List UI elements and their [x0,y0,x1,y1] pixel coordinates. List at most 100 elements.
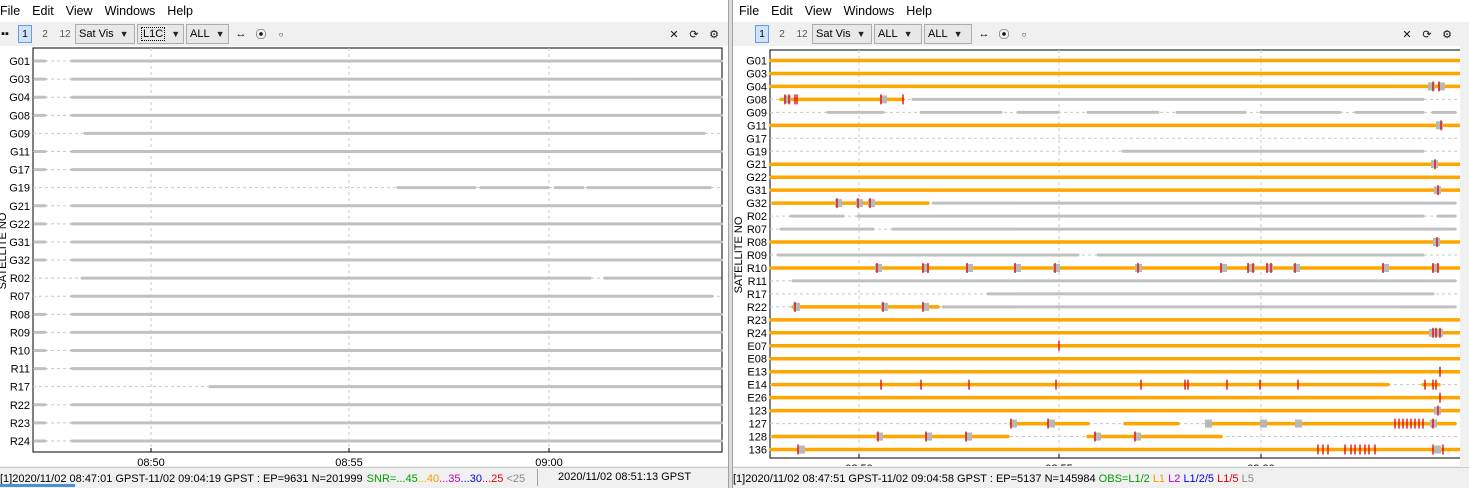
snr-30: ...30 [460,472,482,485]
satellite-filter-select[interactable]: ALL ▼ [186,24,229,44]
plot2-button[interactable]: 2 [775,25,789,43]
slip-gap-mark [875,263,882,272]
satellite-label: E14 [747,380,767,392]
plot1-button[interactable]: 1 [18,25,32,43]
satellite-label: R08 [10,309,30,321]
satellite-label: G19 [746,146,767,158]
satellite-label: E13 [747,367,767,379]
vertical-scrollbar[interactable] [1460,46,1469,466]
y-axis-title: SATELLITE NO [733,216,745,293]
menu-view[interactable]: View [60,4,99,18]
satellite-label: R08 [747,237,767,249]
obs-l15: L1/5 [1217,472,1239,485]
slip-gap-mark [1248,263,1255,272]
refresh-icon[interactable]: ⟳ [686,25,702,43]
status-bar: [1]2020/11/02 08:47:51 GPST-11/02 09:04:… [733,467,1469,488]
center-target-icon[interactable]: ⦿ [996,25,1012,43]
status-range: [1]2020/11/02 08:47:01 GPST-11/02 09:04:… [0,472,363,485]
plot12-button[interactable]: 12 [58,25,72,43]
satellite-label: R11 [748,276,767,288]
signal-select[interactable]: ALL ▼ [874,24,922,44]
fit-horizontal-icon[interactable]: ↔ [976,25,992,43]
dot-icon[interactable]: ○ [1016,25,1032,43]
satellite-label: G01 [746,55,767,67]
satellite-label: G21 [746,159,767,171]
satellite-label: G09 [9,128,30,140]
horizontal-scroll-indicator[interactable] [0,484,75,487]
plot-type-select[interactable]: Sat Vis ▼ [75,24,135,44]
slip-gap-mark [876,432,883,441]
satellite-label: R07 [747,224,767,236]
plot2-button[interactable]: 2 [38,25,52,43]
chevron-down-icon: ▼ [215,29,225,39]
menu-view[interactable]: View [799,4,838,18]
satellite-label: E08 [747,354,767,366]
gear-icon[interactable]: ⚙ [706,25,722,43]
snr-label: SNR= [366,472,397,485]
obs-l2: L2 [1168,472,1181,485]
drag-handle-icon[interactable]: ▪▪ [0,25,10,43]
satellite-label: G03 [746,68,767,80]
menu-help[interactable]: Help [161,4,199,18]
x-tick-label: 09:00 [535,457,563,466]
left-window: File Edit View Windows Help ▪▪ 1 2 12 Sa… [0,0,728,488]
plot-canvas[interactable]: 08:5008:5509:00G01G03G04G08G09G11G17G19G… [733,46,1469,466]
plot-canvas[interactable]: 08:5008:5509:00G01G03G04G08G09G11G17G19G… [0,46,728,466]
satellite-filter-select[interactable]: ALL ▼ [924,24,972,44]
menu-windows[interactable]: Windows [99,4,162,18]
satellite-label: G21 [9,201,30,213]
dot-icon[interactable]: ○ [273,25,289,43]
satellite-label: G32 [9,255,30,267]
satellite-label: R02 [10,273,30,285]
slip-gap-mark [835,199,842,208]
satellite-visibility-plot[interactable]: 08:5008:5509:00G01G03G04G08G09G11G17G19G… [733,46,1469,466]
satellite-label: G22 [746,172,767,184]
plot12-button[interactable]: 12 [795,25,809,43]
satellite-label: R02 [747,211,767,223]
satellite-label: G22 [9,219,30,231]
snr-35: ...35 [439,472,461,485]
snr-25: ...25 [481,472,504,485]
menu-edit[interactable]: Edit [765,4,799,18]
menu-file[interactable]: File [0,4,26,18]
refresh-icon[interactable]: ⟳ [1419,25,1435,43]
x-tick-label: 08:50 [137,457,165,466]
menu-windows[interactable]: Windows [838,4,901,18]
satellite-visibility-plot[interactable]: 08:5008:5509:00G01G03G04G08G09G11G17G19G… [0,46,728,466]
satellite-label: G31 [746,185,767,197]
satellite-label: G17 [746,133,767,145]
satellite-label: G04 [746,81,767,93]
plot1-button[interactable]: 1 [755,25,769,43]
menu-file[interactable]: File [733,4,765,18]
satellite-label: G11 [10,147,30,159]
satellite-label: G19 [9,183,30,195]
right-window: File Edit View Windows Help 1 2 12 Sat V… [733,0,1469,488]
center-target-icon[interactable]: ⦿ [253,25,269,43]
signal-select[interactable]: L1C ▼ [137,24,184,44]
plot-type-select[interactable]: Sat Vis ▼ [812,24,872,44]
y-axis-title: SATELLITE NO [0,212,9,289]
menu-help[interactable]: Help [900,4,938,18]
menu-edit[interactable]: Edit [26,4,60,18]
satellite-label: E07 [747,341,767,353]
slip-gap-mark [793,302,800,311]
satellite-label: R10 [747,263,767,275]
satellite-label: G08 [9,110,30,122]
close-icon[interactable]: ✕ [1399,25,1415,43]
obs-l12: L1/2 [1128,472,1150,485]
satellite-label: R09 [10,327,30,339]
slip-gap-mark [1048,419,1055,428]
menu-bar: File Edit View Windows Help [0,0,728,22]
close-icon[interactable]: ✕ [666,25,682,43]
fit-horizontal-icon[interactable]: ↔ [233,25,249,43]
satellite-label: R22 [10,400,30,412]
satellite-label: G17 [9,165,30,177]
chevron-down-icon: ▼ [903,29,913,39]
obs-label: OBS= [1098,472,1129,485]
toolbar: 1 2 12 Sat Vis ▼ ALL ▼ ALL ▼ ↔ ⦿ ○ ✕ ⟳ ⚙ [733,23,1469,45]
menu-bar: File Edit View Windows Help [733,0,1469,22]
satellite-label: G04 [9,92,30,104]
cursor-time: 2020/11/02 08:51:13 GPST [537,469,691,486]
slip-gap-mark [856,199,863,208]
gear-icon[interactable]: ⚙ [1439,25,1455,43]
